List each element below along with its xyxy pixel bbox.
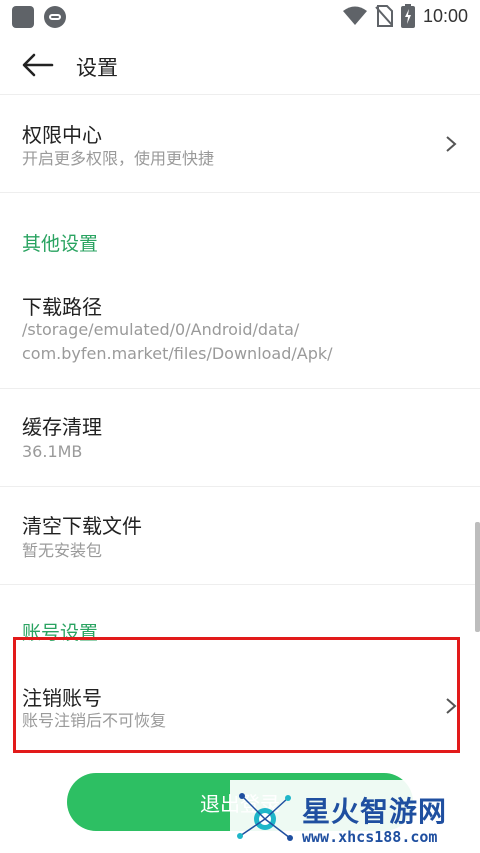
ca-circle-icon <box>44 6 66 28</box>
status-bar: 10:00 <box>0 0 480 34</box>
divider <box>0 192 480 193</box>
watermark-title: 星火智游网 <box>302 795 448 828</box>
arrow-left-icon <box>22 53 54 77</box>
permissions-title: 权限中心 <box>22 123 102 147</box>
toolbar: 设置 <box>0 36 480 95</box>
section-other-settings: 其他设置 <box>22 233 99 255</box>
divider <box>0 584 480 585</box>
watermark-url: www.xhcs188.com <box>302 828 438 846</box>
download-path-title: 下载路径 <box>22 295 102 319</box>
no-sim-icon <box>375 5 393 27</box>
download-path-line1: /storage/emulated/0/Android/data/ <box>22 320 300 339</box>
status-time: 10:00 <box>422 5 468 26</box>
cache-clean-row[interactable]: 缓存清理 36.1MB <box>0 389 480 486</box>
download-path-row[interactable]: 下载路径 /storage/emulated/0/Android/data/ c… <box>0 278 480 388</box>
battery-charging-icon <box>400 4 415 28</box>
cache-size: 36.1MB <box>22 442 83 461</box>
back-button[interactable] <box>20 50 56 80</box>
page-title: 设置 <box>76 56 118 80</box>
watermark-logo-icon <box>237 793 293 841</box>
permissions-row[interactable]: 权限中心 开启更多权限，使用更快捷 <box>0 95 480 192</box>
chevron-right-icon <box>446 136 457 152</box>
highlight-box <box>13 637 460 753</box>
download-path-line2: com.byfen.market/files/Download/Apk/ <box>22 344 333 363</box>
clear-downloads-subtitle: 暂无安装包 <box>22 541 103 560</box>
clear-downloads-row[interactable]: 清空下载文件 暂无安装包 <box>0 487 480 584</box>
scrollbar[interactable] <box>475 522 480 632</box>
cache-clean-title: 缓存清理 <box>22 415 102 439</box>
permissions-subtitle: 开启更多权限，使用更快捷 <box>22 149 215 168</box>
clear-downloads-title: 清空下载文件 <box>22 514 142 538</box>
wifi-icon <box>342 6 367 25</box>
watermark: 星火智游网 www.xhcs188.com <box>230 780 480 853</box>
app-square-icon <box>12 6 34 28</box>
